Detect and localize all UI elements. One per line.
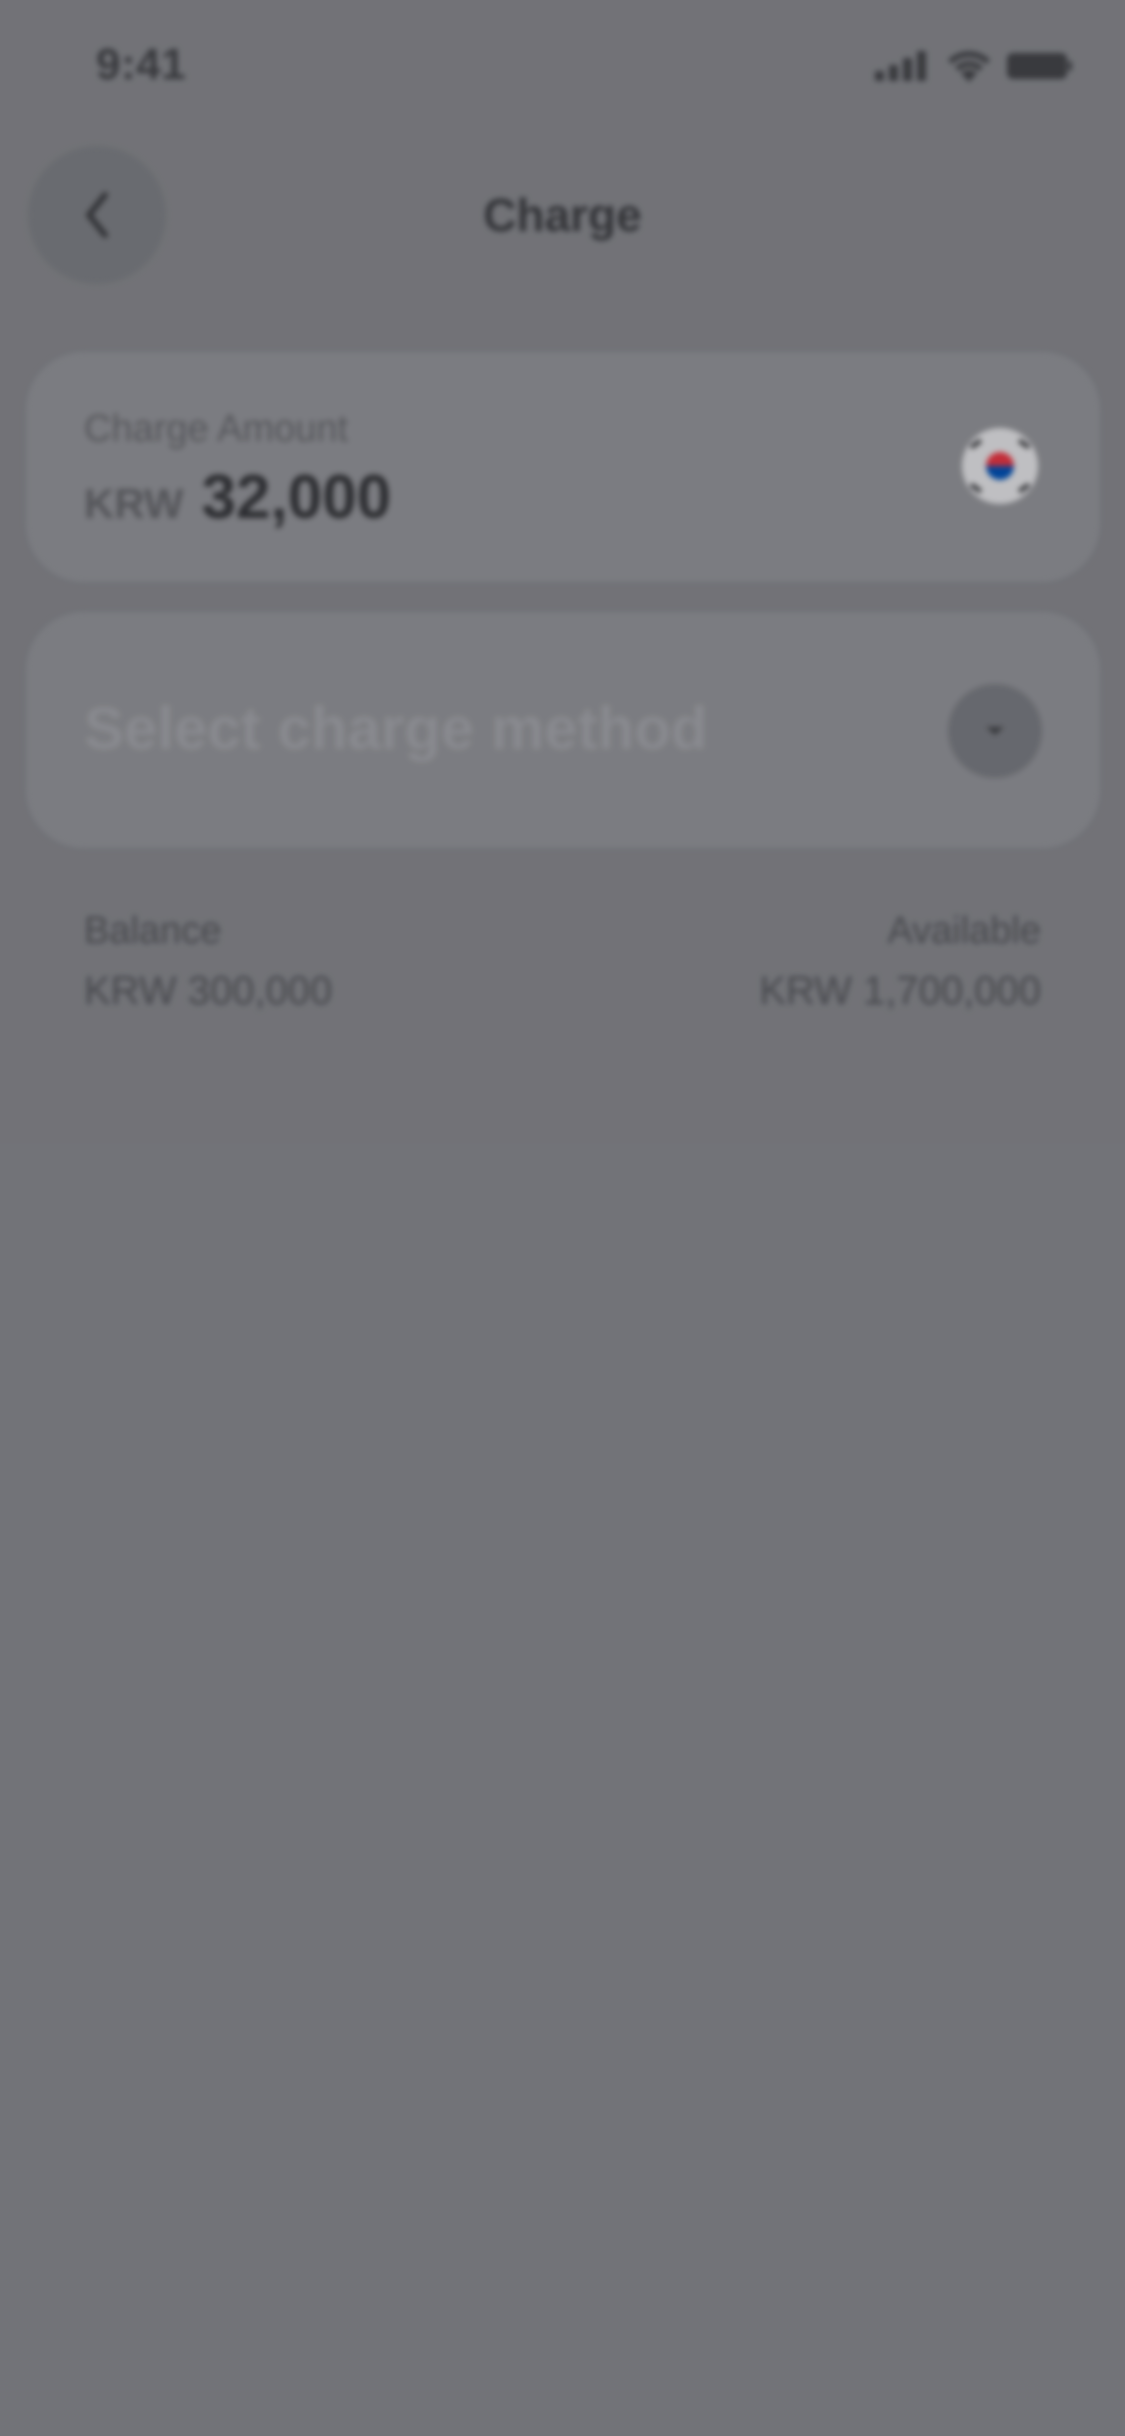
charge-amount-value[interactable]: 32,000 <box>202 462 392 533</box>
balance-label: Balance <box>84 910 222 952</box>
page-title: Charge <box>483 189 642 241</box>
balance-value: KRW 300,000 <box>84 969 333 1013</box>
balance-info: Balance KRW 300,000 <box>84 906 332 1016</box>
charge-method-select[interactable]: Select charge method <box>26 612 1100 848</box>
chevron-down-icon <box>986 727 1004 735</box>
wifi-icon <box>948 51 990 82</box>
dropdown-button[interactable] <box>948 684 1042 778</box>
charge-amount-card[interactable]: Charge Amount KRW 32,000 <box>26 352 1100 582</box>
available-label: Available <box>887 910 1041 952</box>
status-time: 9:41 <box>96 40 187 89</box>
currency-code: KRW <box>84 480 184 527</box>
charge-method-placeholder: Select charge method <box>84 695 708 762</box>
charge-amount-row: KRW 32,000 <box>84 462 391 533</box>
battery-icon <box>1007 53 1072 79</box>
status-icons <box>875 50 1073 82</box>
available-value: KRW 1,700,000 <box>759 969 1041 1013</box>
south-korea-flag-icon[interactable] <box>962 428 1038 504</box>
status-bar: 9:41 <box>0 0 1125 140</box>
signal-icon <box>875 51 926 81</box>
available-info: Available KRW 1,700,000 <box>759 906 1041 1016</box>
charge-amount-label: Charge Amount <box>84 408 349 450</box>
charge-screen: 9:41 Charge Charge Amount KRW 32,000 Sel… <box>0 0 1125 2436</box>
